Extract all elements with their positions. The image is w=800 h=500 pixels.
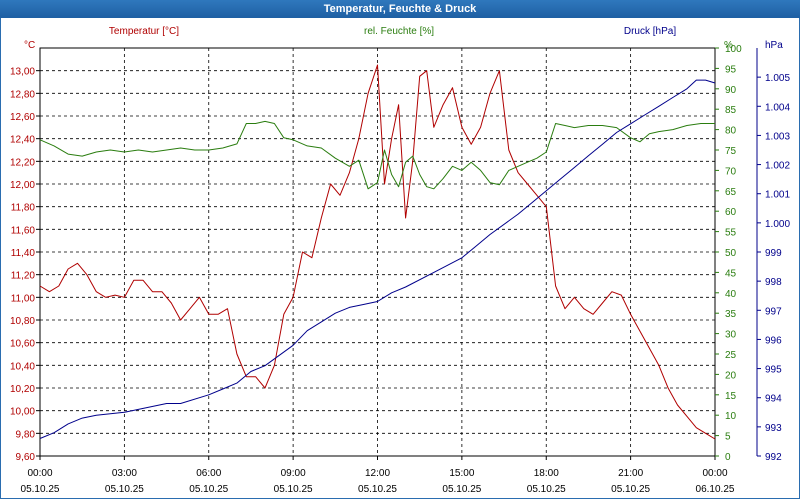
humidity-series-line bbox=[39, 120, 715, 190]
temperature-tick-label: 11,60 bbox=[11, 225, 36, 236]
temperature-tick-label: 10,20 bbox=[10, 384, 35, 395]
humidity-tick-label: 35 bbox=[725, 309, 737, 320]
x-tick-label-time: 06:00 bbox=[196, 468, 221, 479]
pressure-tick-label: 992 bbox=[765, 452, 782, 463]
humidity-tick-label: 25 bbox=[725, 350, 737, 361]
x-tick-label-date: 05.10.25 bbox=[189, 484, 228, 495]
x-tick-label-date: 05.10.25 bbox=[105, 484, 144, 495]
humidity-tick-label: 95 bbox=[725, 64, 737, 75]
x-tick-label-time: 03:00 bbox=[112, 468, 137, 479]
temperature-tick-label: 10,60 bbox=[10, 339, 35, 350]
temperature-tick-label: 10,40 bbox=[10, 361, 35, 372]
pressure-tick-label: 994 bbox=[765, 394, 782, 405]
humidity-tick-label: 100 bbox=[725, 44, 742, 55]
humidity-tick-label: 15 bbox=[725, 391, 737, 402]
humidity-tick-label: 55 bbox=[725, 228, 737, 239]
humidity-tick-label: 70 bbox=[725, 166, 737, 177]
x-tick-label-date: 05.10.25 bbox=[358, 484, 397, 495]
humidity-tick-label: 50 bbox=[725, 248, 737, 259]
x-tick-label-date: 05.10.25 bbox=[274, 484, 313, 495]
pressure-tick-label: 993 bbox=[765, 423, 782, 434]
x-tick-label-date: 05.10.25 bbox=[527, 484, 566, 495]
pressure-tick-label: 1.002 bbox=[765, 161, 790, 172]
pressure-tick-label: 1.000 bbox=[765, 219, 790, 230]
x-tick-label-time: 00:00 bbox=[702, 468, 727, 479]
temperature-tick-label: 11,20 bbox=[11, 271, 36, 282]
humidity-tick-label: 90 bbox=[725, 85, 737, 96]
humidity-tick-label: 40 bbox=[725, 289, 737, 300]
pressure-tick-label: 999 bbox=[765, 248, 782, 259]
temperature-tick-label: 10,00 bbox=[10, 407, 35, 418]
pressure-tick-label: 1.001 bbox=[765, 190, 790, 201]
pressure-tick-label: 1.004 bbox=[765, 102, 790, 113]
x-tick-label-date: 05.10.25 bbox=[611, 484, 650, 495]
grid-lines bbox=[39, 47, 716, 457]
humidity-tick-label: 10 bbox=[725, 411, 737, 422]
humidity-axis-label: rel. Feuchte [%] bbox=[364, 26, 434, 37]
temperature-tick-label: 13,00 bbox=[10, 67, 35, 78]
pressure-tick-label: 997 bbox=[765, 306, 782, 317]
temperature-tick-label: 11,00 bbox=[11, 293, 36, 304]
chart-canvas: Temperatur [°C] rel. Feuchte [%] Druck [… bbox=[10, 26, 790, 495]
pressure-tick-label: 1.003 bbox=[765, 131, 790, 142]
temperature-axis-label: Temperatur [°C] bbox=[109, 26, 179, 37]
humidity-tick-label: 20 bbox=[725, 370, 737, 381]
x-tick-label-time: 12:00 bbox=[365, 468, 390, 479]
pressure-axis-label: Druck [hPa] bbox=[624, 26, 676, 37]
x-tick-label-time: 15:00 bbox=[449, 468, 474, 479]
humidity-tick-label: 80 bbox=[725, 126, 737, 137]
x-tick-label-time: 00:00 bbox=[27, 468, 52, 479]
humidity-tick-label: 75 bbox=[725, 146, 737, 157]
humidity-tick-label: 45 bbox=[725, 268, 737, 279]
temperature-tick-label: 12,60 bbox=[10, 112, 35, 123]
x-tick-label-time: 18:00 bbox=[534, 468, 559, 479]
temperature-tick-label: 11,40 bbox=[11, 248, 36, 259]
temperature-tick-label: 9,80 bbox=[16, 429, 36, 440]
humidity-tick-label: 0 bbox=[725, 452, 731, 463]
humidity-tick-label: 65 bbox=[725, 187, 737, 198]
pressure-tick-label: 998 bbox=[765, 277, 782, 288]
axes: Temperatur [°C] rel. Feuchte [%] Druck [… bbox=[10, 26, 790, 495]
pressure-tick-label: 1.005 bbox=[765, 73, 790, 84]
pressure-tick-label: 995 bbox=[765, 365, 782, 376]
humidity-tick-label: 30 bbox=[725, 330, 737, 341]
temperature-tick-label: 12,20 bbox=[10, 157, 35, 168]
temperature-unit: °C bbox=[24, 40, 35, 51]
temperature-tick-label: 12,00 bbox=[10, 180, 35, 191]
humidity-tick-label: 85 bbox=[725, 105, 737, 116]
humidity-tick-label: 60 bbox=[725, 207, 737, 218]
pressure-unit: hPa bbox=[765, 40, 783, 51]
x-tick-label-time: 21:00 bbox=[618, 468, 643, 479]
humidity-tick-label: 5 bbox=[725, 432, 731, 443]
x-tick-label-date: 06.10.25 bbox=[696, 484, 735, 495]
pressure-tick-label: 996 bbox=[765, 335, 782, 346]
x-tick-label-date: 05.10.25 bbox=[442, 484, 481, 495]
temperature-tick-label: 11,80 bbox=[11, 203, 36, 214]
x-tick-label-time: 09:00 bbox=[281, 468, 306, 479]
temperature-tick-label: 10,80 bbox=[10, 316, 35, 327]
temperature-tick-label: 12,80 bbox=[10, 89, 35, 100]
x-tick-label-date: 05.10.25 bbox=[21, 484, 60, 495]
temperature-tick-label: 12,40 bbox=[10, 135, 35, 146]
temperature-tick-label: 9,60 bbox=[16, 452, 36, 463]
